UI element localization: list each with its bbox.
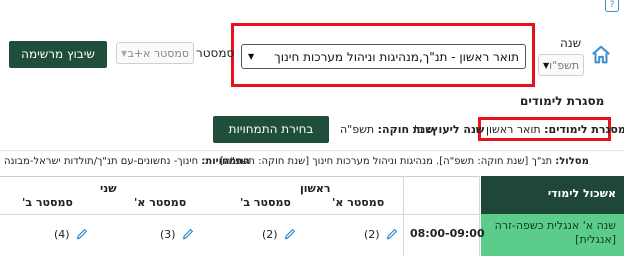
pencil-icon[interactable] — [283, 227, 297, 241]
sem-b-header: סמסטר ב' — [22, 196, 73, 209]
assign-from-list-button[interactable]: שיבוץ מרשימה — [9, 41, 107, 68]
law-year-value: תשפ"ה — [340, 123, 375, 136]
specializations-value: חינוך- נחשונים-עם תנ"ך/תולדות ישראל-מבונ… — [4, 156, 199, 167]
law-year-label: שנת חוקה: — [377, 123, 434, 136]
table-border — [0, 214, 479, 215]
sem-b-header: סמסטר ב' — [240, 196, 291, 209]
specializations-label: התמחויות: — [201, 156, 250, 167]
sem-a-header: סמסטר א' — [332, 196, 385, 209]
track-field: מסלול: תנ"ך [שנת חוקה: תשפ"ה]. מנהיגות ו… — [220, 156, 589, 167]
schedule-table — [0, 176, 479, 256]
cluster-column-header: אשכול לימודי — [481, 176, 624, 214]
chevron-down-icon: ▼ — [248, 52, 255, 61]
advise-year-label: שנה ליעוץ: — [426, 123, 485, 136]
year-select-value: תשפ"ו — [549, 58, 580, 72]
pencil-icon[interactable] — [181, 227, 195, 241]
year-label: שנה — [560, 36, 582, 50]
slot-cell[interactable]: (3) — [160, 223, 195, 242]
track-value: תנ"ך [שנת חוקה: תשפ"ה]. מנהיגות וניהול מ… — [220, 156, 553, 167]
slot-count: (4) — [54, 228, 70, 241]
slot-count: (2) — [262, 228, 278, 241]
semester-label: סמסטר — [196, 46, 235, 60]
framework-value: תואר ראשון — [486, 123, 541, 136]
year-second-header: שני — [100, 182, 117, 195]
help-icon[interactable]: ? — [605, 0, 619, 12]
specializations-field: התמחויות: חינוך- נחשונים-עם תנ"ך/תולדות … — [4, 156, 250, 167]
slot-cell[interactable]: (2) — [364, 223, 399, 242]
choose-specializations-button[interactable]: בחירת התמחויות — [213, 116, 329, 143]
program-select[interactable]: ▼ תואר ראשון - תנ"ך,מנהיגות וניהול מערכו… — [241, 44, 526, 69]
pencil-icon[interactable] — [75, 227, 89, 241]
section-divider — [0, 150, 624, 151]
slot-cell[interactable]: (2) — [262, 223, 297, 242]
semester-select[interactable]: ▼ סמסטר א+ב — [116, 42, 194, 64]
chevron-down-icon: ▼ — [121, 48, 128, 58]
table-border — [403, 176, 404, 256]
course-cell[interactable]: שנה א' אנגלית כשפה-זרה [אנגלית] — [481, 214, 624, 256]
track-label: מסלול: — [555, 156, 589, 167]
table-border — [479, 176, 480, 256]
year-select[interactable]: ▼ תשפ"ו — [538, 54, 584, 76]
semester-select-value: סמסטר א+ב — [127, 46, 189, 60]
framework-label: מסגרת לימודים: — [544, 123, 624, 136]
slot-count: (3) — [160, 228, 176, 241]
slot-count: (2) — [364, 228, 380, 241]
year-first-header: ראשון — [300, 182, 331, 195]
framework-field: מסגרת לימודים: תואר ראשון — [486, 123, 624, 136]
law-year-field: שנת חוקה: תשפ"ה — [340, 123, 434, 136]
program-select-value: תואר ראשון - תנ"ך,מנהיגות וניהול מערכות … — [274, 49, 519, 64]
home-icon[interactable] — [590, 44, 612, 66]
time-slot: 08:00-09:00 — [410, 227, 485, 240]
pencil-icon[interactable] — [385, 227, 399, 241]
slot-cell[interactable]: (4) — [54, 223, 89, 242]
section-title: מסגרת לימודים — [520, 94, 605, 108]
sem-a-header: סמסטר א' — [134, 196, 187, 209]
